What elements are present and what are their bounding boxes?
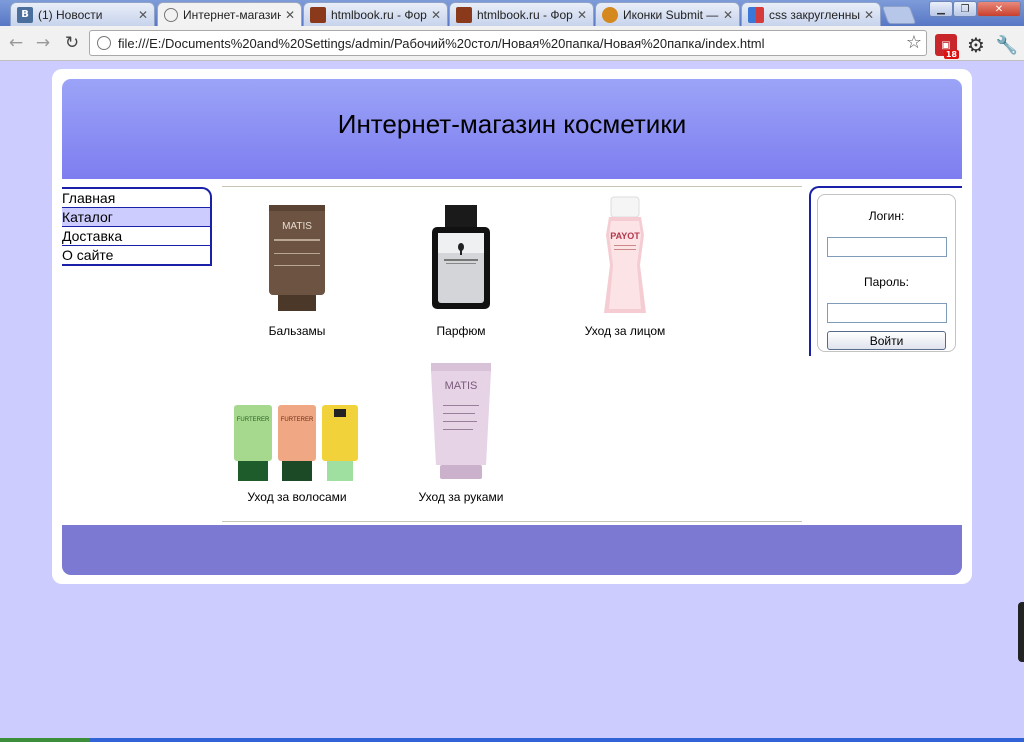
tab-title: css закругленный [769, 7, 860, 22]
address-bar-url: file:///E:/Documents%20and%20Settings/ad… [118, 36, 765, 51]
google-favicon-icon [748, 6, 764, 23]
product-caption[interactable]: Парфюм [386, 324, 536, 338]
tab-htmlbook-2[interactable]: htmlbook.ru - Форма ✕ [449, 2, 594, 26]
product-caption[interactable]: Уход за лицом [550, 324, 700, 338]
forward-button[interactable]: → [32, 32, 54, 54]
tab-title: htmlbook.ru - Форма [477, 7, 573, 22]
site-title: Интернет-магазин косметики [337, 108, 687, 139]
login-panel: Логин: Пароль: Войти [809, 186, 962, 356]
htmlbook-favicon-icon [456, 6, 472, 23]
tab-title: Интернет-магазин [183, 7, 281, 22]
hand-cream-tube-image[interactable]: MATIS [386, 361, 536, 486]
face-care-bottle-image[interactable]: PAYOT [550, 195, 700, 320]
login-label: Логин: [868, 209, 905, 223]
htmlbook-favicon-icon [310, 6, 326, 23]
password-input[interactable] [827, 303, 947, 323]
tab-ikonki-submit[interactable]: Иконки Submit — Cr ✕ [595, 2, 740, 26]
settings-gear-icon[interactable]: ⚙ [965, 33, 987, 57]
vk-favicon-icon: В [17, 6, 33, 23]
gift-extension-icon[interactable]: ▣ 18 [935, 34, 959, 59]
hair-care-tubes-image[interactable]: FURTERER FURTERER [222, 361, 372, 486]
close-window-button[interactable]: ✕ [977, 1, 1021, 17]
login-submit-button[interactable]: Войти [827, 331, 946, 350]
wrench-icon[interactable]: 🔧 [996, 34, 1018, 56]
menu-item-katalog[interactable]: Каталог [62, 208, 210, 227]
catalog-grid: MATIS Бальзамы Парфюм PAYOT Уход за лицо… [222, 186, 802, 522]
tab-title: (1) Новости [38, 7, 103, 22]
smiley-favicon-icon [602, 6, 618, 23]
side-panel-tab[interactable] [1018, 602, 1024, 662]
tab-htmlbook-1[interactable]: htmlbook.ru - Форма ✕ [303, 2, 448, 26]
product-ukhod-za-rukami[interactable]: MATIS Уход за руками [386, 361, 536, 504]
tab-css-zakruglenny[interactable]: css закругленный ✕ [741, 2, 881, 26]
main-menu: Главная Каталог Доставка О сайте [62, 187, 212, 266]
tab-close-icon[interactable]: ✕ [431, 8, 441, 22]
svg-text:MATIS: MATIS [445, 380, 478, 392]
tab-close-icon[interactable]: ✕ [577, 8, 587, 22]
site-footer [62, 525, 962, 575]
menu-item-dostavka[interactable]: Доставка [62, 227, 210, 246]
menu-item-o-saite[interactable]: О сайте [62, 246, 210, 264]
login-input[interactable] [827, 237, 947, 257]
password-label: Пароль: [864, 275, 909, 289]
balm-tube-image[interactable]: MATIS [222, 195, 372, 320]
back-button[interactable]: ← [5, 32, 27, 54]
svg-text:FURTERER: FURTERER [237, 417, 270, 423]
globe-icon [97, 36, 111, 50]
minimize-button[interactable]: ▁ [929, 1, 953, 17]
globe-favicon-icon [164, 7, 178, 22]
tab-strip: В (1) Новости ✕ Интернет-магазин ✕ htmlb… [0, 0, 1024, 26]
reload-button[interactable]: ↻ [61, 32, 83, 54]
svg-text:FURTERER: FURTERER [281, 417, 314, 423]
tab-close-icon[interactable]: ✕ [285, 8, 295, 22]
product-caption[interactable]: Бальзамы [222, 324, 372, 338]
taskbar [0, 738, 1024, 742]
tab-close-icon[interactable]: ✕ [864, 8, 874, 22]
login-form: Логин: Пароль: Войти [817, 194, 956, 352]
site-header: Интернет-магазин косметики [62, 79, 962, 179]
svg-text:PAYOT: PAYOT [610, 231, 640, 241]
product-caption[interactable]: Уход за волосами [222, 490, 372, 504]
tab-title: htmlbook.ru - Форма [331, 7, 427, 22]
bookmark-star-icon[interactable]: ☆ [906, 32, 922, 53]
address-bar[interactable]: file:///E:/Documents%20and%20Settings/ad… [89, 30, 927, 56]
perfume-bottle-image[interactable] [386, 195, 536, 320]
product-ukhod-za-litsom[interactable]: PAYOT Уход за лицом [550, 195, 700, 338]
tab-internet-magazin[interactable]: Интернет-магазин ✕ [157, 2, 302, 26]
tab-novosti[interactable]: В (1) Новости ✕ [10, 2, 155, 26]
maximize-button[interactable]: ❐ [953, 1, 977, 17]
new-tab-button[interactable] [881, 6, 917, 24]
page-container: Интернет-магазин косметики Главная Катал… [52, 69, 972, 584]
tab-close-icon[interactable]: ✕ [138, 8, 148, 22]
menu-item-glavnaya[interactable]: Главная [62, 189, 210, 208]
browser-toolbar: ← → ↻ file:///E:/Documents%20and%20Setti… [0, 26, 1024, 61]
product-balzamy[interactable]: MATIS Бальзамы [222, 195, 372, 338]
tab-close-icon[interactable]: ✕ [723, 8, 733, 22]
tab-title: Иконки Submit — Cr [623, 7, 719, 22]
product-caption[interactable]: Уход за руками [386, 490, 536, 504]
product-parfyum[interactable]: Парфюм [386, 195, 536, 338]
extension-badge: 18 [943, 50, 959, 59]
svg-text:MATIS: MATIS [282, 221, 312, 232]
product-ukhod-za-volosami[interactable]: FURTERER FURTERER Уход за волосами [222, 361, 372, 504]
